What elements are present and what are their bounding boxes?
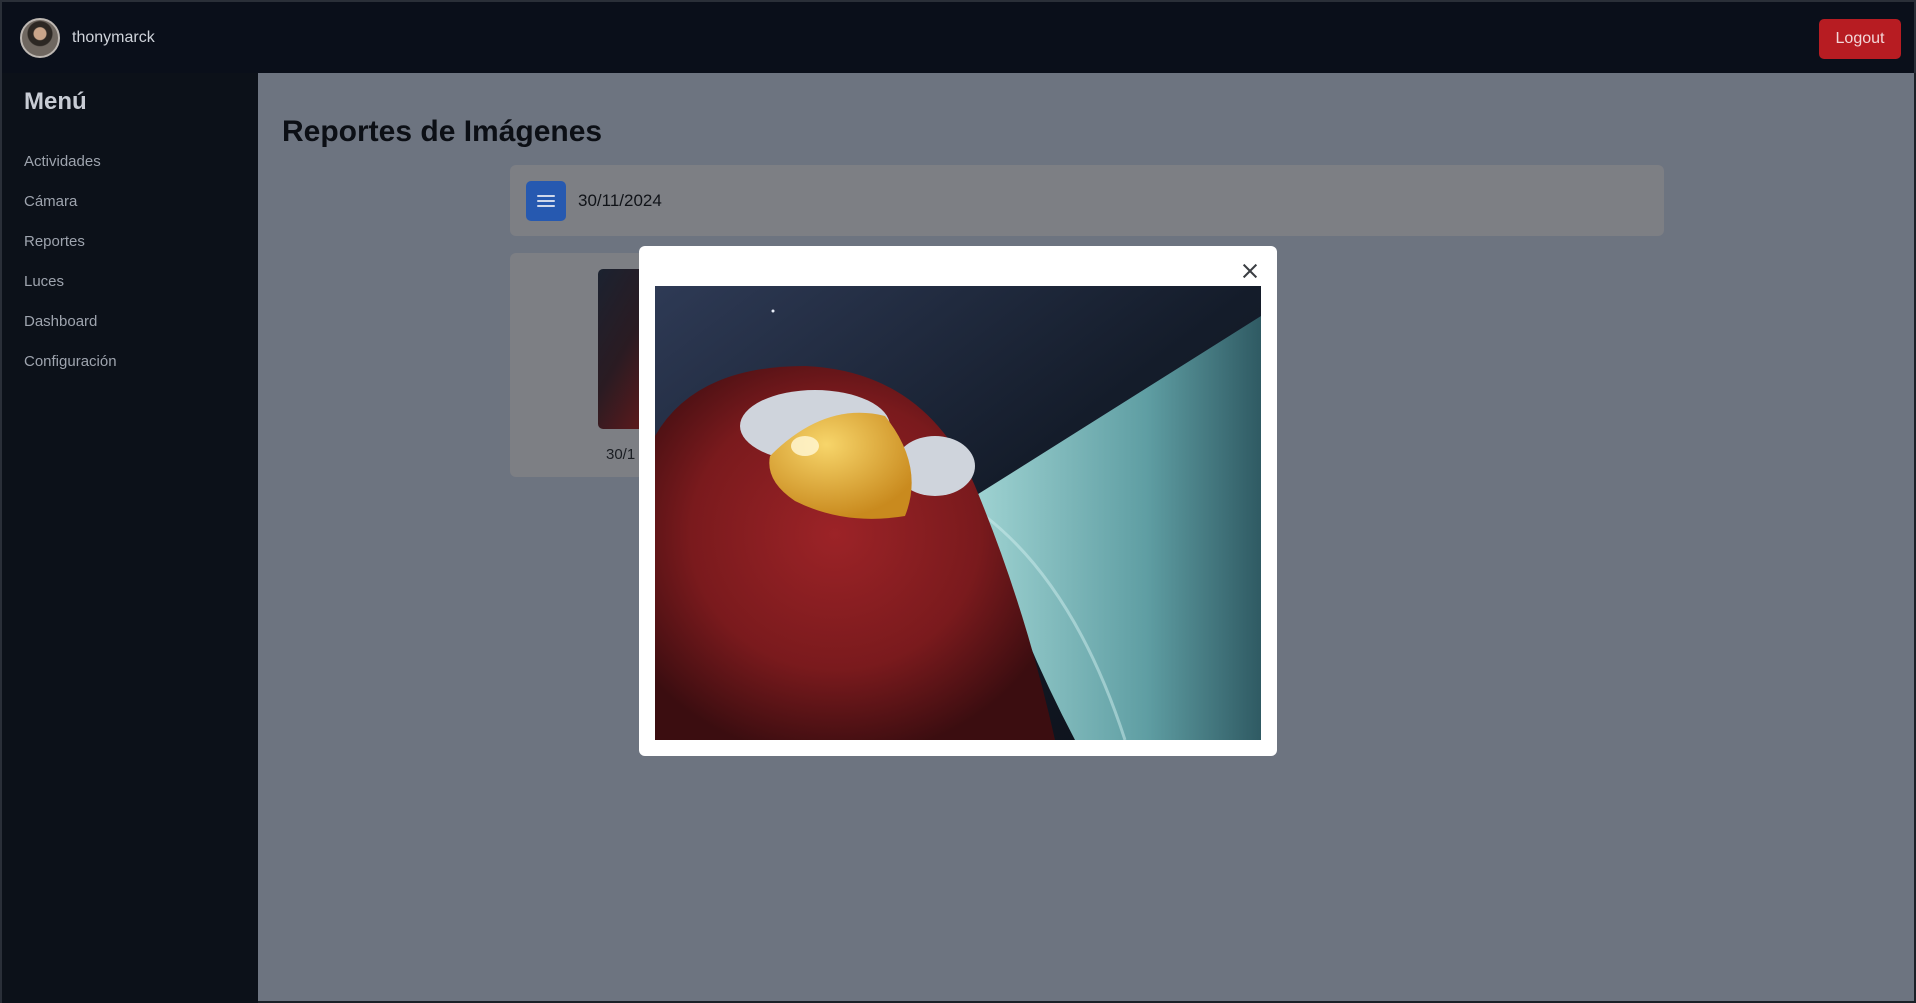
page-title: Reportes de Imágenes xyxy=(282,115,603,148)
image-modal xyxy=(639,246,1277,756)
sidebar-item-camara[interactable]: Cámara xyxy=(24,193,77,210)
sidebar-item-reportes[interactable]: Reportes xyxy=(24,233,85,250)
username: thonymarck xyxy=(72,29,155,46)
sidebar-item-dashboard[interactable]: Dashboard xyxy=(24,313,97,330)
date-group-header: 30/11/2024 xyxy=(510,165,1664,236)
thumbnail-caption: 30/1 xyxy=(606,446,636,463)
modal-image xyxy=(655,286,1261,740)
menu-icon[interactable] xyxy=(526,181,566,221)
sidebar-item-luces[interactable]: Luces xyxy=(24,273,64,290)
sidebar-title: Menú xyxy=(24,88,87,115)
close-icon[interactable] xyxy=(1239,260,1261,282)
sidebar: Menú Actividades Cámara Reportes Luces D… xyxy=(0,73,258,1003)
logout-button[interactable]: Logout xyxy=(1819,19,1901,59)
sidebar-item-configuracion[interactable]: Configuración xyxy=(24,353,117,370)
avatar[interactable] xyxy=(20,18,60,58)
top-navbar: thonymarck Logout xyxy=(0,0,1916,73)
sidebar-item-actividades[interactable]: Actividades xyxy=(24,153,101,170)
date-group-label: 30/11/2024 xyxy=(578,191,662,210)
